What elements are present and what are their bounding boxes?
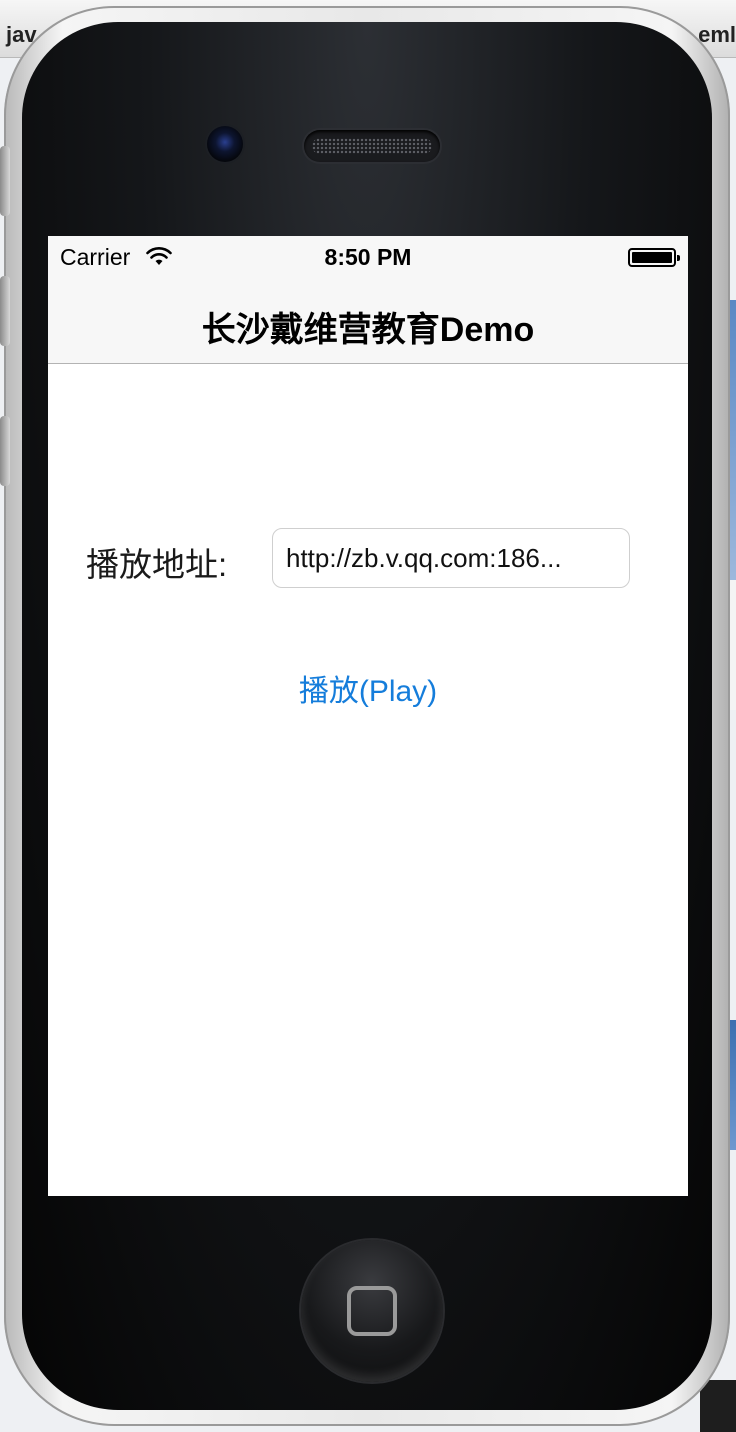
front-camera-icon [207,126,243,162]
battery-terminal [677,255,680,261]
play-url-input[interactable]: http://zb.v.qq.com:186... [272,528,630,588]
speaker-mesh [312,138,432,154]
volume-up-button [0,276,10,346]
status-time: 8:50 PM [324,244,412,270]
earpiece-speaker [304,130,440,162]
app-screen: Carrier 8:50 PM 长沙戴维营教育Demo 播放地址: http:/… [48,236,688,1196]
battery-full-icon [628,248,680,267]
mute-switch [0,146,10,216]
page-title: 长沙戴维营教育Demo [201,311,535,349]
play-url-label: 播放地址: [86,546,228,583]
play-button[interactable]: 播放(Play) [48,666,688,710]
navigation-bar: 长沙戴维营教育Demo [48,276,688,364]
home-button[interactable] [301,1240,443,1382]
status-bar: Carrier 8:50 PM [48,236,688,276]
background-window-fragment [700,1380,736,1432]
battery-level-fill [632,252,672,263]
home-square-icon [347,1286,397,1336]
volume-down-button [0,416,10,486]
